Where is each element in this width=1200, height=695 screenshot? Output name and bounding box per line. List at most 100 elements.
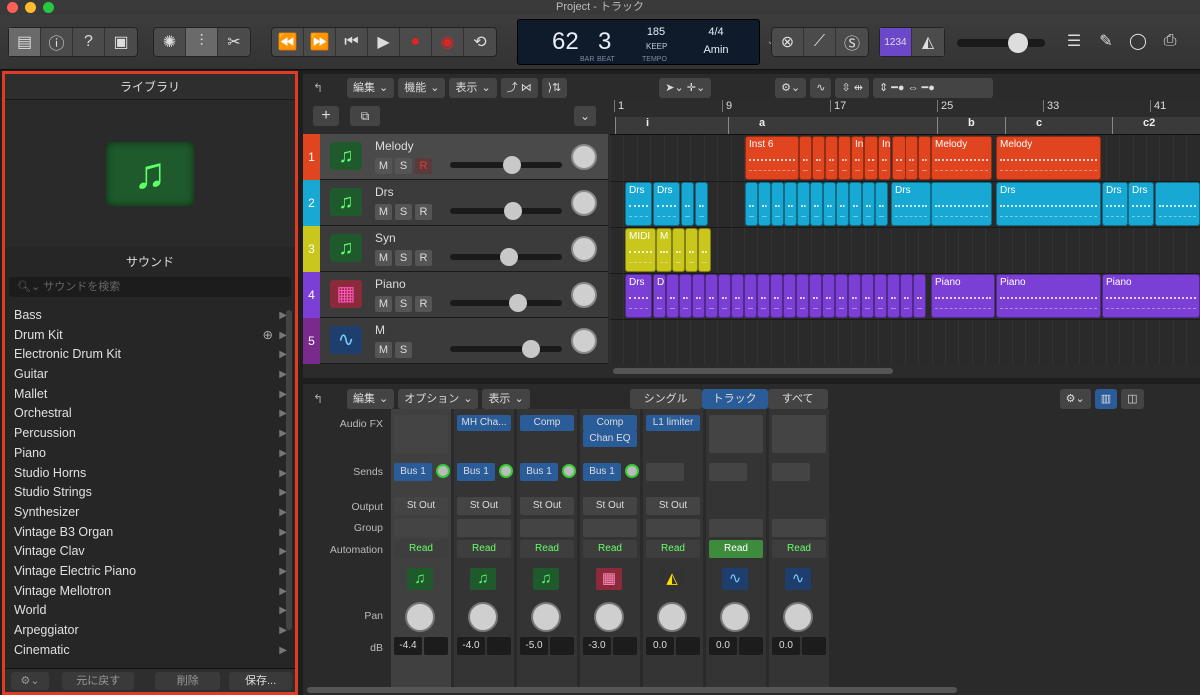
region[interactable] [864,136,878,180]
pan-knob[interactable] [571,328,597,354]
region[interactable] [797,182,810,226]
region[interactable] [1155,182,1200,226]
duplicate-track-icon[interactable]: ⧉ [350,106,380,126]
rewind-icon[interactable]: ⏪ [272,28,304,56]
pan-knob[interactable] [783,602,813,632]
region[interactable]: Piano [1102,274,1200,318]
region[interactable] [745,182,758,226]
region[interactable] [685,228,698,272]
send-slot[interactable]: Bus 1 [583,463,621,481]
volume-db-value[interactable]: 0.0 [772,637,800,655]
region[interactable] [810,182,823,226]
mixer-single-tab[interactable]: シングル [629,389,702,409]
pan-knob[interactable] [571,144,597,170]
library-item[interactable]: Vintage Mellotron ▶ [5,582,289,602]
library-item[interactable]: Studio Strings ▶ [5,483,289,503]
region[interactable] [931,182,992,226]
tracks-view-menu[interactable]: 表示 ⌄ [449,78,497,98]
track-name[interactable]: M [375,323,385,337]
mixer-wide-view-icon[interactable]: ◫ [1121,389,1144,409]
region[interactable] [681,182,694,226]
output-slot[interactable]: St Out [520,497,574,515]
download-icon[interactable]: ⊕ [263,326,273,346]
track-header[interactable]: 3 ♫ Syn M S R [303,226,608,272]
mute-button[interactable]: M [375,204,392,220]
volume-db-value[interactable]: -5.0 [520,637,548,655]
mixer-all-tab[interactable]: すべて [767,389,828,409]
delete-button[interactable]: 削除 [155,671,221,690]
library-item[interactable]: Arpeggiator ▶ [5,621,289,641]
region[interactable] [848,274,861,318]
track-name[interactable]: Piano [375,277,406,291]
waveform-zoom-icon[interactable]: ∿ [810,78,832,98]
library-item[interactable]: Drum Kit ⊕ ▶ [5,326,289,346]
audio-fx-plugin[interactable]: Chan EQ [583,431,637,447]
note-pad-icon[interactable]: ✎ [1090,27,1122,55]
pan-knob[interactable] [594,602,624,632]
zoom-slider[interactable]: ⇕ ━● ⇔ ━● [872,78,993,98]
pan-knob[interactable] [720,602,750,632]
library-scrollbar[interactable] [286,310,292,630]
library-search-input[interactable]: 🔍︎⌄ サウンドを検索 [9,277,291,297]
toolbar-toggle-icon[interactable]: ▣ [105,28,137,56]
volume-db-value[interactable]: -3.0 [583,637,611,655]
library-item[interactable]: Vintage Clav ▶ [5,542,289,562]
track-name[interactable]: Syn [375,231,396,245]
group-slot[interactable] [457,519,511,537]
play-icon[interactable]: ▶ [368,28,400,56]
audio-fx-slot[interactable] [394,415,448,453]
track-header-menu-icon[interactable]: ⌄ [574,106,596,126]
audio-fx-slot[interactable] [709,415,763,453]
pan-knob[interactable] [571,236,597,262]
audio-fx-plugin[interactable]: Comp [520,415,574,431]
automation-mode[interactable]: Read [709,540,763,558]
region[interactable] [875,182,888,226]
region[interactable]: Melody [996,136,1101,180]
solo-button[interactable]: S [395,158,412,174]
minimize-window-button[interactable] [25,2,36,13]
region[interactable] [784,182,797,226]
arrangement-marker[interactable]: c [1005,117,1112,134]
automation-mode[interactable]: Read [520,540,574,558]
mute-button[interactable]: M [375,342,392,358]
metronome-icon[interactable]: ◭ [912,28,944,56]
arrangement-marker[interactable]: c2 [1112,117,1200,134]
arrangement-marker[interactable]: b [937,117,1005,134]
mute-button[interactable]: M [375,250,392,266]
send-level-knob[interactable] [436,464,450,478]
region[interactable]: M [656,228,672,272]
region[interactable] [666,274,679,318]
automation-mode[interactable]: Read [394,540,448,558]
save-button[interactable]: 保存... [229,671,292,690]
record-enable-button[interactable]: R [415,296,432,312]
output-slot[interactable]: St Out [457,497,511,515]
record-enable-button[interactable]: R [415,158,432,174]
audio-fx-plugin[interactable]: Comp [583,415,637,431]
library-item[interactable]: Studio Horns ▶ [5,464,289,484]
region[interactable]: Drs [625,274,652,318]
mixer-scrollbar[interactable] [307,687,957,693]
editors-scissors-icon[interactable]: ✂ [218,28,250,56]
count-in-button[interactable]: 1234 [880,28,912,56]
region[interactable] [849,182,862,226]
region[interactable] [825,136,838,180]
pan-knob[interactable] [571,190,597,216]
fader-knob[interactable] [504,202,522,220]
fader-knob[interactable] [522,340,540,358]
volume-db-value[interactable]: 0.0 [646,637,674,655]
automation-mode[interactable]: Read [772,540,826,558]
region[interactable] [757,274,770,318]
region[interactable] [822,274,835,318]
library-gear-icon[interactable]: ⚙⌄ [11,671,50,690]
audio-fx-plugin[interactable]: MH Cha... [457,415,511,431]
region[interactable] [861,274,874,318]
track-volume-fader[interactable] [450,248,562,266]
region[interactable]: Drs [891,182,931,226]
automation-mode[interactable]: Read [646,540,700,558]
region[interactable] [695,182,708,226]
solo-icon[interactable]: Ⓢ [836,28,868,56]
tracks-edit-menu[interactable]: 編集 ⌄ [347,78,395,98]
mixer-gear-icon[interactable]: ⚙⌄ [1059,389,1091,409]
volume-db-value[interactable]: -4.0 [457,637,485,655]
audio-fx-plugin[interactable]: L1 limiter [646,415,700,431]
